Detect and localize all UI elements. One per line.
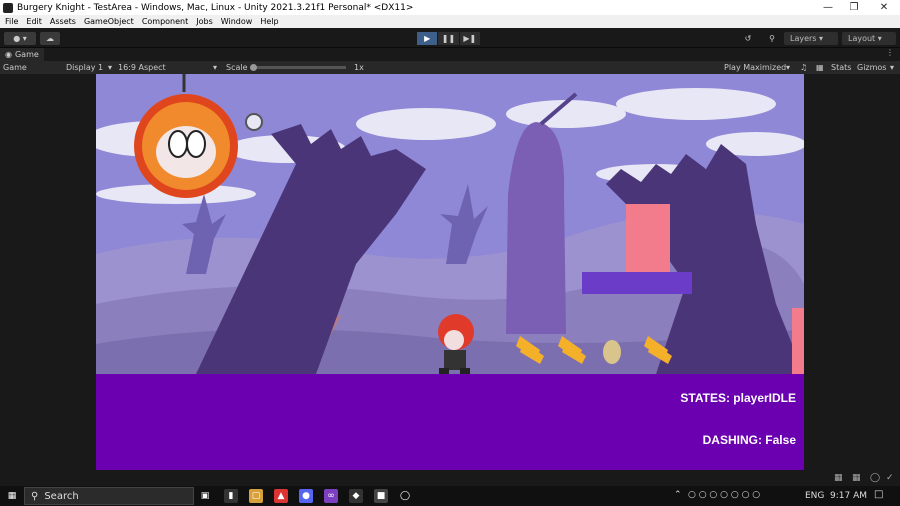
file-explorer-icon[interactable]: ▢	[249, 489, 263, 503]
task-view-icon[interactable]: ▣	[198, 489, 212, 503]
more-options-icon[interactable]: ⋮	[886, 48, 894, 57]
language-indicator[interactable]: ENG	[805, 491, 824, 501]
menu-edit[interactable]: Edit	[26, 17, 42, 26]
menu-file[interactable]: File	[5, 17, 18, 26]
scale-slider[interactable]	[250, 64, 346, 71]
menu-component[interactable]: Component	[142, 17, 188, 26]
maximize-icon[interactable]: ❐	[840, 0, 868, 15]
menu-gameobject[interactable]: GameObject	[84, 17, 134, 26]
windows-taskbar: ▦ ⚲ Search ▣ ▮ ▢ ▲ ● ∞ ◆ ■ ◯ ⌃ ○ ○ ○ ○ ○…	[0, 486, 900, 506]
stats-button[interactable]: Stats	[831, 63, 851, 72]
scale-label: Scale	[226, 63, 248, 72]
menu-jobs[interactable]: Jobs	[196, 17, 213, 26]
status-icon-c[interactable]: ◯	[870, 473, 880, 483]
notification-icon[interactable]: □	[874, 489, 883, 500]
layout-label: Layout	[848, 34, 876, 43]
platform-purple	[582, 272, 692, 294]
menu-window[interactable]: Window	[221, 17, 253, 26]
menu-assets[interactable]: Assets	[50, 17, 76, 26]
status-icon-a[interactable]: ▦	[834, 473, 843, 483]
chevron-down-icon: ▾	[786, 63, 791, 72]
windows-start-icon[interactable]: ▦	[5, 489, 19, 503]
block-pink-right	[792, 308, 804, 374]
chevron-down-icon: ▾	[213, 63, 218, 72]
ground	[96, 374, 804, 470]
discord-icon[interactable]: ●	[299, 489, 313, 503]
step-icon[interactable]: ▶❚	[459, 32, 480, 45]
scene-art	[96, 74, 804, 470]
nugget-pickup	[603, 340, 621, 364]
game-mode-dropdown[interactable]: Game	[3, 63, 27, 72]
editor-status-bar: ▦ ▦ ◯ ✓	[0, 472, 900, 486]
gizmos-button[interactable]: Gizmos	[857, 63, 886, 72]
tab-row: ◉ Game ⋮	[0, 48, 900, 61]
game-view: STATES: playerIDLE DASHING: False	[0, 74, 900, 472]
tray-icons[interactable]: ○ ○ ○ ○ ○ ○ ○	[688, 490, 760, 500]
taskbar-search[interactable]: ⚲ Search	[24, 487, 194, 505]
menu-bar: File Edit Assets GameObject Component Jo…	[0, 15, 900, 28]
app-icon-1[interactable]: ▮	[224, 489, 238, 503]
window-titlebar: Burgery Knight - TestArea - Windows, Mac…	[0, 0, 900, 15]
chevron-down-icon: ▾	[108, 63, 113, 72]
layers-label: Layers	[790, 34, 817, 43]
main-toolbar: ● ▾ ☁ ▶ ❚❚ ▶❚ ↺ ⚲ Layers ▾ Layout ▾	[0, 28, 900, 48]
status-icon-d[interactable]: ✓	[886, 473, 894, 483]
unity-icon[interactable]: ◆	[349, 489, 363, 503]
display-dropdown[interactable]: Display 1	[66, 63, 103, 72]
hud-dash-text: DASHING: False	[702, 433, 796, 447]
visual-studio-icon[interactable]: ∞	[324, 489, 338, 503]
app-icon-3[interactable]: ◯	[398, 489, 412, 503]
chevron-up-icon[interactable]: ⌃	[674, 490, 682, 500]
tower-center	[506, 122, 566, 334]
chevron-down-icon: ▾	[890, 63, 895, 72]
mute-icon[interactable]: ♫	[800, 63, 807, 72]
app-icon-2[interactable]: ■	[374, 489, 388, 503]
clock[interactable]: 9:17 AM	[830, 491, 867, 501]
game-scene[interactable]: STATES: playerIDLE DASHING: False	[96, 74, 804, 470]
layers-dropdown[interactable]: Layers ▾	[784, 32, 838, 45]
history-icon[interactable]: ↺	[740, 32, 756, 45]
block-pink	[626, 204, 670, 272]
status-icon-b[interactable]: ▦	[852, 473, 861, 483]
layout-dropdown[interactable]: Layout ▾	[842, 32, 896, 45]
gamepad-icon: ◉	[5, 50, 12, 59]
search-icon: ⚲	[31, 490, 39, 502]
hud-state-text: STATES: playerIDLE	[680, 391, 796, 405]
close-icon[interactable]: ✕	[870, 0, 898, 15]
account-button[interactable]: ● ▾	[4, 32, 36, 45]
menu-help[interactable]: Help	[260, 17, 278, 26]
tab-game-label: Game	[14, 50, 39, 59]
minimize-icon[interactable]: —	[814, 0, 842, 15]
target-icon	[245, 113, 263, 131]
play-icon[interactable]: ▶	[417, 32, 438, 45]
play-mode-dropdown[interactable]: Play Maximized	[724, 63, 786, 72]
search-icon[interactable]: ⚲	[764, 32, 780, 45]
window-title: Burgery Knight - TestArea - Windows, Mac…	[17, 2, 414, 13]
play-controls: ▶ ❚❚ ▶❚	[417, 32, 481, 45]
cloud-icon[interactable]: ☁	[40, 32, 60, 45]
tab-game[interactable]: ◉ Game	[0, 48, 44, 61]
scale-slider-handle[interactable]	[250, 64, 257, 71]
aspect-dropdown[interactable]: 16:9 Aspect	[118, 63, 166, 72]
scale-value: 1x	[354, 63, 364, 72]
search-placeholder: Search	[44, 490, 79, 502]
unity-logo-icon	[3, 2, 13, 13]
brave-icon[interactable]: ▲	[274, 489, 288, 503]
stats-icon[interactable]: ▦	[816, 63, 824, 72]
pause-icon[interactable]: ❚❚	[438, 32, 459, 45]
game-view-toolbar: Game Display 1 ▾ 16:9 Aspect ▾ Scale 1x …	[0, 61, 900, 74]
